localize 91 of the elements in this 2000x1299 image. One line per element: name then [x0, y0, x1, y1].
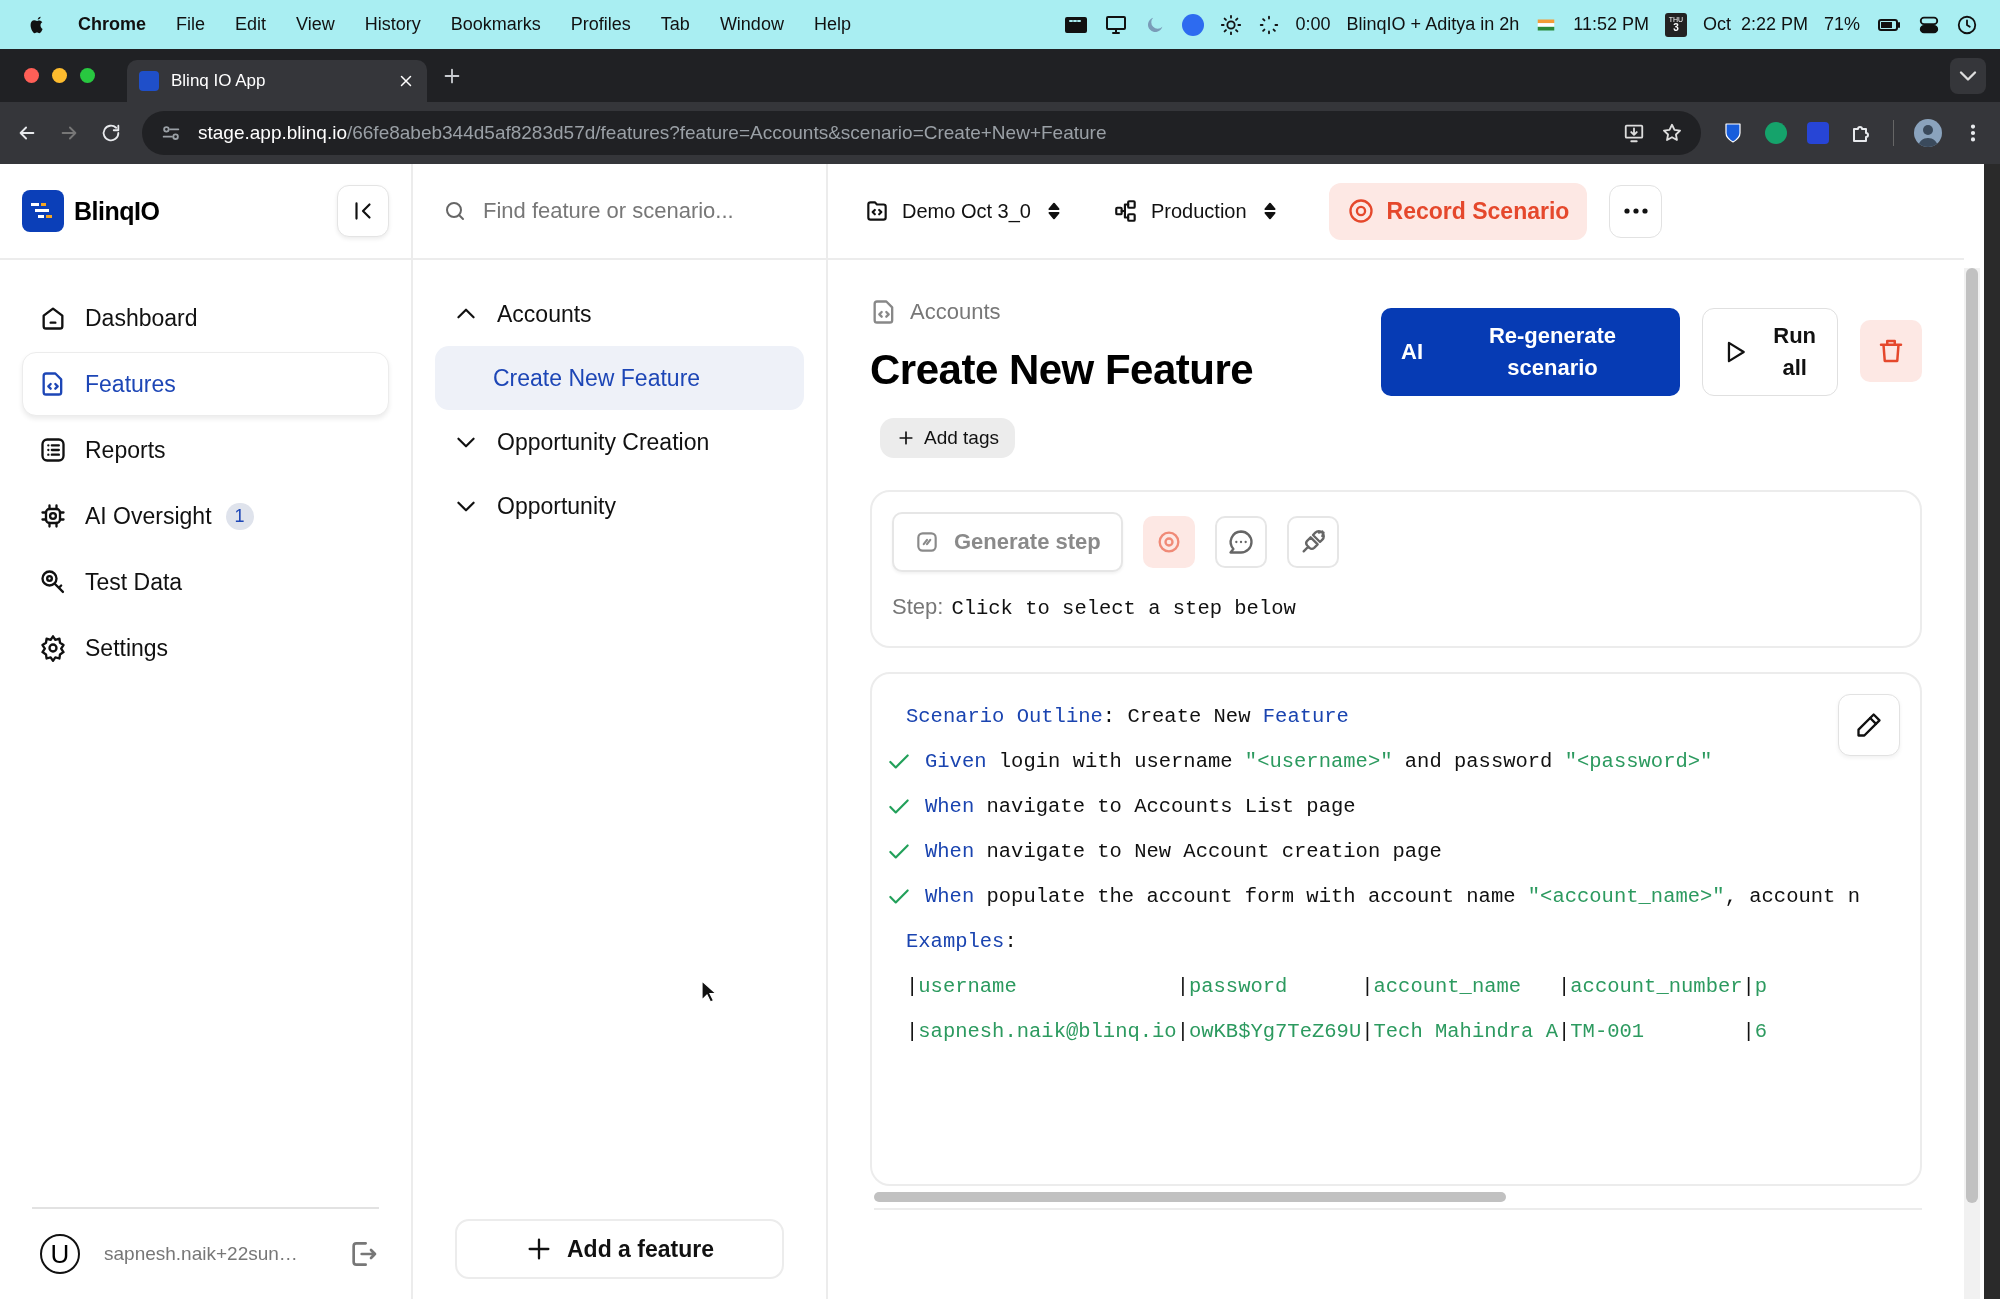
calendar-event[interactable]: BlinqIO + Aditya in 2h: [1346, 14, 1520, 35]
minimize-window-button[interactable]: [52, 68, 67, 83]
close-window-button[interactable]: [24, 68, 39, 83]
clock-icon[interactable]: [1956, 13, 1978, 36]
step-hint: Click to select a step below: [951, 597, 1296, 620]
menu-item[interactable]: Window: [719, 14, 784, 35]
nav-item[interactable]: Reports: [22, 418, 389, 482]
settings-icon: [39, 634, 67, 662]
world-clock[interactable]: 11:52 PM: [1573, 14, 1649, 35]
menu-item[interactable]: Help: [813, 14, 851, 35]
browser-tab[interactable]: Blinq IO App: [127, 60, 427, 102]
delete-button[interactable]: [1860, 320, 1922, 382]
project-selector[interactable]: Demo Oct 3_0: [864, 198, 1065, 224]
menu-item[interactable]: Edit: [235, 14, 267, 35]
count-badge: 1: [225, 502, 254, 530]
more-icon: [1623, 208, 1648, 214]
loading-icon[interactable]: [1257, 13, 1280, 36]
menu-item[interactable]: Tab: [660, 14, 690, 35]
reload-icon[interactable]: [100, 122, 122, 144]
address-bar[interactable]: stage.app.blinq.io/66fe8abeb344d5af8283d57d/features?feature=Accounts&scenario=Create+New+Feature: [142, 111, 1701, 155]
list-icon: [39, 436, 67, 464]
step-text[interactable]: When populate the account form with account name "<account_name>", account n: [925, 885, 1860, 908]
search-icon: [443, 199, 467, 223]
pencil-icon: [1855, 711, 1883, 739]
step-text[interactable]: When navigate to New Account creation page: [925, 840, 1442, 863]
menu-item[interactable]: View: [296, 14, 335, 35]
table-row-text: |username |password |account_name |account_number|p: [906, 974, 1768, 1000]
extension-icon[interactable]: [1765, 122, 1787, 144]
install-icon[interactable]: [1623, 122, 1645, 144]
brand-name: BlinqIO: [74, 196, 160, 226]
comment-button[interactable]: [1214, 516, 1267, 568]
environment-selector[interactable]: Production: [1112, 198, 1281, 224]
battery-percentage[interactable]: 71%: [1823, 14, 1860, 35]
step-text[interactable]: Given login with username "<username>" and password "<password>": [925, 750, 1713, 773]
add-tags-button[interactable]: Add tags: [880, 418, 1015, 458]
feature-folder[interactable]: Accounts: [435, 282, 804, 346]
step-text[interactable]: When navigate to Accounts List page: [925, 795, 1356, 818]
chip-icon: [39, 502, 67, 530]
collapse-sidebar-button[interactable]: [337, 185, 389, 237]
nav-item[interactable]: Features: [22, 352, 389, 416]
step-label: Step:: [892, 594, 944, 620]
table-row-text: |sapnesh.naik@blinq.io|owKB$Yg7TeZ69U|Tech Mahindra A|TM-001 |6: [906, 1019, 1768, 1045]
zoom-window-button[interactable]: [80, 68, 95, 83]
breadcrumb-link[interactable]: Accounts: [910, 299, 1001, 325]
generate-icon: [914, 529, 940, 555]
scenario-item[interactable]: Create New Feature: [435, 346, 804, 410]
edit-button[interactable]: [1838, 694, 1900, 756]
user-avatar[interactable]: U: [40, 1234, 80, 1274]
chat-icon: [1226, 528, 1255, 556]
user-email: sapnesh.naik+22sun…: [104, 1243, 299, 1265]
search-field[interactable]: Find feature or scenario...: [481, 197, 796, 225]
feature-folder[interactable]: Opportunity: [435, 474, 804, 538]
nav-item[interactable]: Test Data: [22, 550, 389, 614]
feature-folder[interactable]: Opportunity Creation: [435, 410, 804, 474]
meeting-app-icon[interactable]: [1181, 13, 1204, 36]
connect-button[interactable]: [1286, 516, 1339, 568]
page-title: Create New Feature: [870, 346, 1255, 394]
brightness-icon[interactable]: [1219, 13, 1242, 36]
nav-item[interactable]: AI Oversight 1: [22, 484, 389, 548]
profile-avatar[interactable]: [1914, 119, 1942, 147]
tab-search-icon[interactable]: [1950, 57, 1986, 94]
folder-code-icon: [864, 198, 890, 224]
menu-item[interactable]: Chrome: [78, 14, 146, 35]
menu-item[interactable]: History: [364, 14, 421, 35]
logo-icon[interactable]: [22, 190, 64, 232]
menu-item[interactable]: Profiles: [570, 14, 631, 35]
code-line[interactable]: When navigate to Accounts List page: [886, 784, 1356, 829]
run-all-button[interactable]: Run all: [1702, 308, 1838, 396]
key-search-icon: [39, 568, 67, 596]
regenerate-scenario-button[interactable]: AI Re-generate scenario: [1381, 308, 1680, 396]
favicon-icon: [139, 71, 159, 91]
nav-item[interactable]: Dashboard: [22, 286, 389, 350]
code-line: Scenario Outline: Create New Feature: [906, 704, 1349, 730]
bookmark-star-icon[interactable]: [1661, 122, 1683, 144]
vertical-scrollbar[interactable]: [1964, 268, 1980, 1299]
menu-item[interactable]: Bookmarks: [450, 14, 541, 35]
record-icon: [1346, 197, 1375, 225]
cursor-icon: [701, 980, 717, 1004]
code-line[interactable]: When navigate to New Account creation page: [886, 829, 1442, 874]
nav-item[interactable]: Settings: [22, 616, 389, 680]
code-line[interactable]: When populate the account form with account name "<account_name>", account n: [886, 874, 1860, 919]
horizontal-scrollbar[interactable]: [874, 1192, 1922, 1210]
clock[interactable]: Oct 2:22 PM: [1702, 14, 1808, 35]
code-line[interactable]: Given login with username "<username>" and password "<password>": [886, 739, 1713, 784]
url-text: stage.app.blinq.io/66fe8abeb344d5af8283d57d/features?feature=Accounts&scenario=Create+New+Feature: [198, 122, 1108, 144]
menu-item[interactable]: File: [176, 14, 206, 35]
network-icon: [1112, 198, 1139, 224]
add-feature-button[interactable]: Add a feature: [455, 1219, 784, 1279]
more-button[interactable]: [1609, 184, 1663, 238]
timer-text[interactable]: 0:00: [1295, 14, 1331, 35]
code-line: Examples:: [906, 929, 1017, 955]
